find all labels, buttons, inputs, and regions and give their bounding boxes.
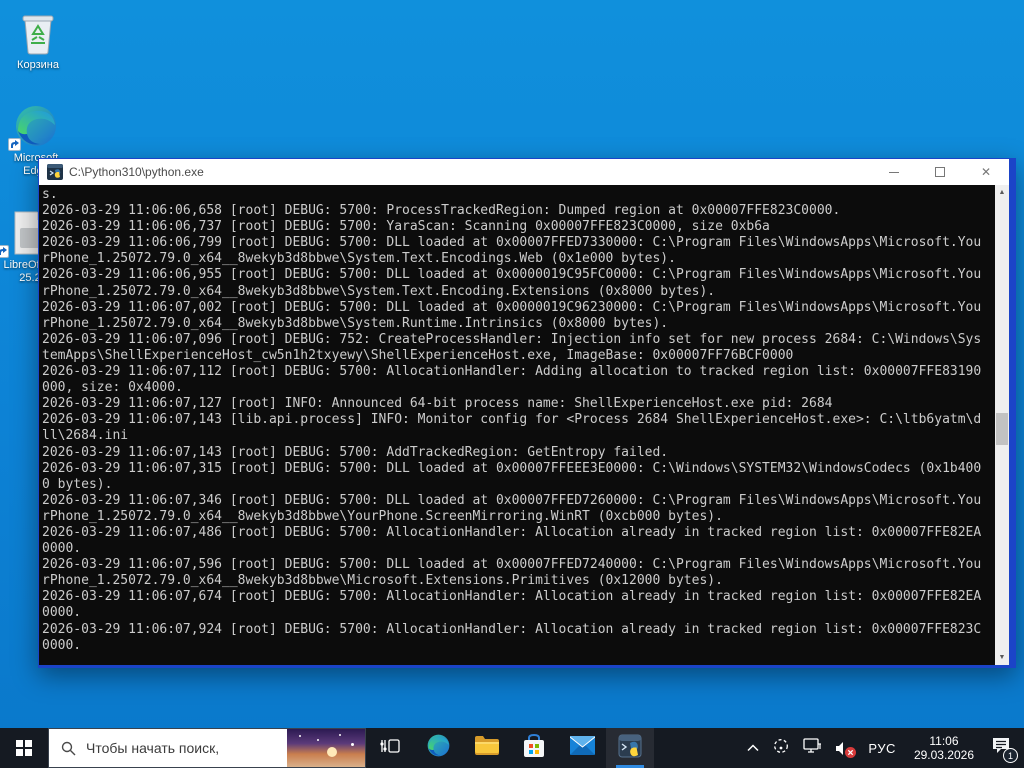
tray-language-indicator[interactable]: РУС bbox=[858, 728, 906, 768]
console-line: 2026-03-29 11:06:07,486 [root] DEBUG: 57… bbox=[42, 524, 982, 540]
console-line: s. bbox=[42, 187, 58, 202]
console-line: rPhone_1.25072.79.0_x64__8wekyb3d8bbwe\S… bbox=[42, 315, 669, 331]
clock-date: 29.03.2026 bbox=[913, 748, 974, 762]
scroll-up-icon[interactable]: ▲ bbox=[995, 185, 1009, 200]
console-line: 0 bytes). bbox=[42, 476, 113, 492]
shortcut-arrow-icon bbox=[8, 138, 21, 151]
python-console-icon bbox=[618, 734, 642, 763]
console-line: rPhone_1.25072.79.0_x64__8wekyb3d8bbwe\M… bbox=[42, 573, 723, 589]
console-line: 2026-03-29 11:06:07,143 [lib.api.process… bbox=[42, 412, 982, 428]
volume-muted-icon bbox=[835, 741, 857, 758]
console-line: ll\2684.ini bbox=[42, 428, 129, 444]
windows-logo-icon bbox=[16, 740, 32, 756]
tray-network-button[interactable] bbox=[796, 728, 828, 768]
console-line: 2026-03-29 11:06:07,924 [root] DEBUG: 57… bbox=[42, 621, 982, 637]
python-console-icon bbox=[47, 164, 63, 180]
console-line: 2026-03-29 11:06:07,096 [root] DEBUG: 75… bbox=[42, 331, 982, 347]
taskbar-store-button[interactable] bbox=[510, 728, 558, 768]
search-placeholder: Чтобы начать поиск, bbox=[86, 740, 220, 756]
console-line: 0000. bbox=[42, 637, 82, 653]
console-line: 0000. bbox=[42, 605, 82, 621]
taskbar: Чтобы начать поиск, РУС 11:06 29.03.2026… bbox=[0, 728, 1024, 768]
search-icon bbox=[61, 741, 76, 756]
minimize-icon bbox=[889, 171, 899, 173]
maximize-button[interactable] bbox=[917, 159, 963, 185]
taskbar-mail-button[interactable] bbox=[558, 728, 606, 768]
clock-time: 11:06 bbox=[929, 734, 959, 748]
search-highlights-image[interactable] bbox=[287, 729, 365, 767]
window-titlebar[interactable]: C:\Python310\python.exe ✕ bbox=[39, 159, 1009, 185]
console-line: rPhone_1.25072.79.0_x64__8wekyb3d8bbwe\S… bbox=[42, 251, 676, 267]
console-line: 2026-03-29 11:06:06,737 [root] DEBUG: 57… bbox=[42, 219, 770, 235]
console-line: 2026-03-29 11:06:06,799 [root] DEBUG: 57… bbox=[42, 235, 982, 251]
console-line: 2026-03-29 11:06:07,112 [root] DEBUG: 57… bbox=[42, 364, 982, 380]
console-line: 2026-03-29 11:06:06,658 [root] DEBUG: 57… bbox=[42, 203, 841, 219]
maximize-icon bbox=[935, 167, 945, 177]
console-line: 000, size: 0x4000. bbox=[42, 380, 183, 396]
close-button[interactable]: ✕ bbox=[963, 159, 1009, 185]
console-line: 2026-03-29 11:06:07,596 [root] DEBUG: 57… bbox=[42, 557, 982, 573]
tray-show-hidden-icons-button[interactable] bbox=[740, 728, 766, 768]
desktop: Корзина Microsoft Edge LibreOffice 25.2 … bbox=[0, 0, 1024, 768]
console-line: 2026-03-29 11:06:07,127 [root] INFO: Ann… bbox=[42, 396, 833, 412]
scroll-down-icon[interactable]: ▼ bbox=[995, 650, 1009, 665]
action-center-button[interactable]: 1 bbox=[982, 728, 1024, 768]
console-line: temApps\ShellExperienceHost_cw5n1h2txyew… bbox=[42, 347, 794, 363]
notification-badge: 1 bbox=[1003, 748, 1018, 763]
minimize-button[interactable] bbox=[871, 159, 917, 185]
console-line: 2026-03-29 11:06:07,674 [root] DEBUG: 57… bbox=[42, 589, 982, 605]
console-log-lines: s. 2026-03-29 11:06:06,658 [root] DEBUG: … bbox=[42, 187, 993, 665]
console-output[interactable]: s. 2026-03-29 11:06:06,658 [root] DEBUG: … bbox=[39, 185, 1009, 665]
console-line: 2026-03-29 11:06:07,315 [root] DEBUG: 57… bbox=[42, 460, 982, 476]
recycle-bin-icon bbox=[2, 10, 74, 56]
vertical-scrollbar[interactable]: ▲ ▼ bbox=[995, 185, 1009, 665]
task-view-icon bbox=[380, 737, 400, 760]
console-line: rPhone_1.25072.79.0_x64__8wekyb3d8bbwe\Y… bbox=[42, 508, 723, 524]
console-line: rPhone_1.25072.79.0_x64__8wekyb3d8bbwe\S… bbox=[42, 283, 716, 299]
taskbar-search-box[interactable]: Чтобы начать поиск, bbox=[48, 728, 366, 768]
tray-volume-button[interactable] bbox=[828, 728, 858, 768]
scrollbar-thumb[interactable] bbox=[996, 413, 1008, 445]
taskbar-file-explorer-button[interactable] bbox=[462, 728, 510, 768]
console-line: 2026-03-29 11:06:07,346 [root] DEBUG: 57… bbox=[42, 492, 982, 508]
console-window: C:\Python310\python.exe ✕ s. 2026-03-29 1… bbox=[38, 158, 1016, 668]
task-view-button[interactable] bbox=[366, 728, 414, 768]
shortcut-arrow-icon bbox=[0, 245, 9, 258]
close-icon: ✕ bbox=[980, 165, 992, 179]
desktop-icon-label: Корзина bbox=[17, 59, 59, 71]
edge-icon bbox=[426, 733, 451, 763]
window-title: C:\Python310\python.exe bbox=[69, 165, 204, 179]
tray-sync-status-button[interactable] bbox=[766, 728, 796, 768]
file-explorer-icon bbox=[474, 735, 499, 761]
microsoft-store-icon bbox=[523, 733, 545, 763]
network-icon bbox=[803, 738, 822, 758]
console-line: 0000. bbox=[42, 541, 82, 557]
chevron-up-icon bbox=[747, 739, 759, 757]
dashed-circle-icon bbox=[773, 738, 789, 759]
taskbar-python-console-button[interactable] bbox=[606, 728, 654, 768]
console-line: 2026-03-29 11:06:06,955 [root] DEBUG: 57… bbox=[42, 267, 982, 283]
mail-icon bbox=[569, 736, 595, 760]
taskbar-edge-button[interactable] bbox=[414, 728, 462, 768]
console-line: 2026-03-29 11:06:07,002 [root] DEBUG: 57… bbox=[42, 299, 982, 315]
edge-icon bbox=[0, 103, 72, 151]
tray-clock[interactable]: 11:06 29.03.2026 bbox=[906, 728, 982, 768]
start-button[interactable] bbox=[0, 728, 48, 768]
desktop-icon-recycle-bin[interactable]: Корзина bbox=[2, 10, 74, 72]
console-line: 2026-03-29 11:06:07,143 [root] DEBUG: 57… bbox=[42, 444, 669, 460]
